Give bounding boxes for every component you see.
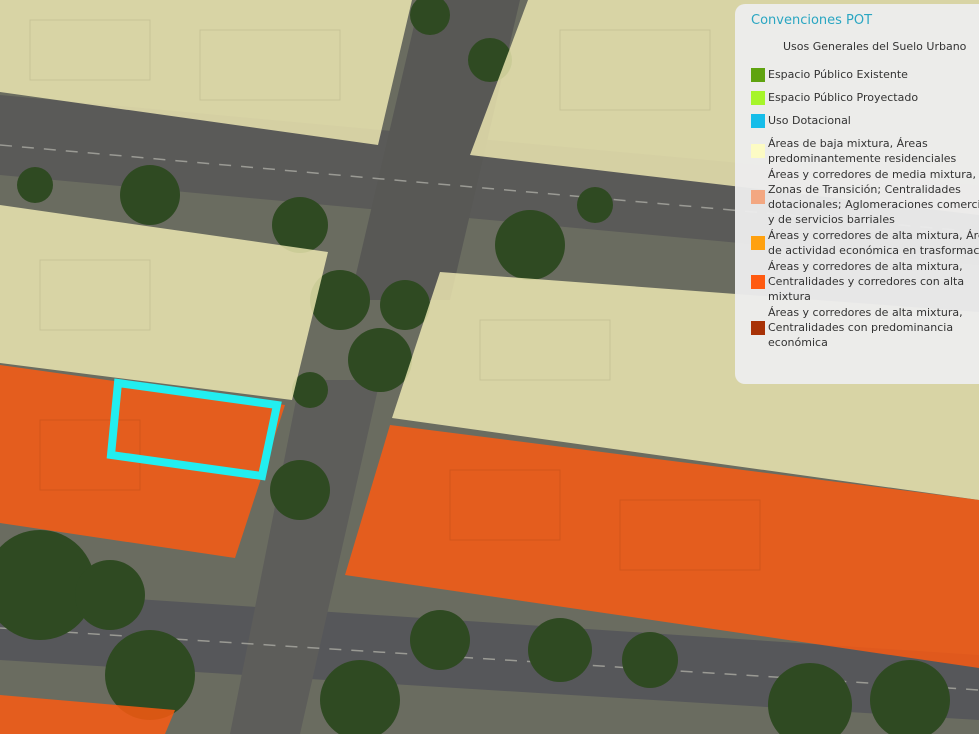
legend-item-alta-mixtura-centralidades: Áreas y corredores de alta mixtura, Cent… (751, 259, 979, 304)
legend-label: Áreas de baja mixtura, Áreas predominant… (768, 137, 957, 165)
tree (577, 187, 613, 223)
tree (528, 618, 592, 682)
tree (120, 165, 180, 225)
legend-swatch (751, 67, 765, 82)
legend-swatch (751, 144, 765, 158)
tree (495, 210, 565, 280)
tree (348, 328, 412, 392)
tree (270, 460, 330, 520)
tree (17, 167, 53, 203)
legend-list: Espacio Público Existente Espacio Públic… (751, 67, 979, 350)
legend-swatch (751, 320, 765, 335)
legend-subtitle: Usos Generales del Suelo Urbano (783, 40, 967, 53)
tree (75, 560, 145, 630)
legend-item-uso-dotacional: Uso Dotacional (751, 113, 979, 128)
legend-label: Uso Dotacional (768, 114, 851, 127)
tree (410, 610, 470, 670)
legend-swatch (751, 236, 765, 250)
legend-item-media-mixtura: Áreas y corredores de media mixtura, Zon… (751, 167, 979, 227)
legend-label: Áreas y corredores de alta mixtura, Cent… (768, 306, 963, 349)
legend-swatch (751, 90, 765, 105)
legend-item-alta-mixtura-economica: Áreas y corredores de alta mixtura, Cent… (751, 305, 979, 350)
legend-label: Espacio Público Existente (768, 68, 908, 81)
legend-item-espacio-publico-proyectado: Espacio Público Proyectado (751, 90, 979, 105)
legend-title: Convenciones POT (751, 13, 873, 28)
tree (272, 197, 328, 253)
tree (380, 280, 430, 330)
legend-item-baja-mixtura: Áreas de baja mixtura, Áreas predominant… (751, 136, 979, 166)
legend-item-alta-mixtura-transformacion: Áreas y corredores de alta mixtura, Área… (751, 228, 979, 258)
tree (622, 632, 678, 688)
legend-swatch (751, 274, 765, 289)
legend-label: Espacio Público Proyectado (768, 91, 919, 104)
legend-swatch (751, 113, 765, 128)
legend-item-espacio-publico-existente: Espacio Público Existente (751, 67, 979, 82)
legend-label: Áreas y corredores de media mixtura, Zon… (768, 168, 979, 226)
legend-panel: Convenciones POT Usos Generales del Suel… (735, 4, 979, 384)
legend-swatch (751, 190, 765, 204)
legend-label: Áreas y corredores de alta mixtura, Cent… (768, 260, 965, 303)
legend-label: Áreas y corredores de alta mixtura, Área… (768, 229, 979, 257)
